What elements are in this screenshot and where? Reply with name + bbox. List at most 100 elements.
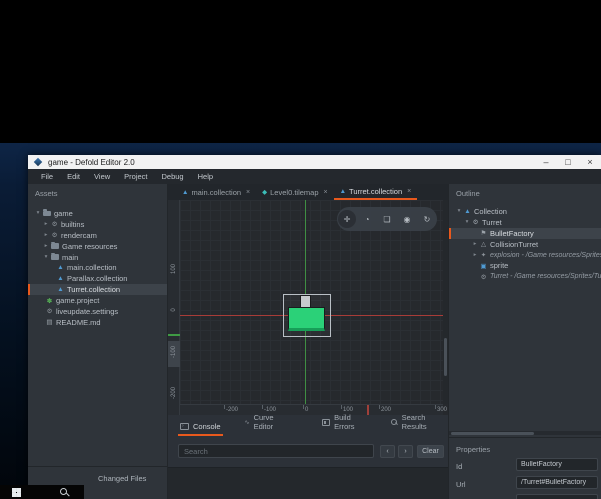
asset-rendercam[interactable]: ▸ ⚙ rendercam — [28, 230, 167, 241]
property-id-label: Id — [456, 462, 463, 471]
close-tab-icon[interactable]: × — [246, 189, 250, 196]
menu-help[interactable]: Help — [191, 169, 220, 184]
outline-collisionturret[interactable]: ▸ △ CollisionTurret — [449, 239, 601, 250]
search-next-button[interactable]: › — [398, 445, 413, 458]
scene-editor: ✛ ◔ ❏ ◉ ↻ 100 0 -100 -200 -200 -100 0 10… — [168, 200, 448, 415]
move-tool-icon[interactable]: ✛ — [338, 210, 356, 228]
tab-search-results[interactable]: Search Results — [389, 413, 448, 436]
scrollbar-thumb[interactable] — [451, 431, 534, 435]
minimize-button[interactable]: – — [535, 155, 557, 169]
build-errors-icon — [321, 418, 331, 426]
property-id-field[interactable] — [516, 458, 598, 471]
property-url-field[interactable] — [516, 476, 598, 489]
asset-game-resources[interactable]: ▸ Game resources — [28, 241, 167, 252]
folder-icon — [43, 209, 51, 217]
taskbar-search-icon[interactable] — [59, 487, 69, 497]
outline-horizontal-scrollbar[interactable] — [449, 431, 601, 435]
scale-tool-icon[interactable]: ❏ — [378, 210, 396, 228]
rotate-tool-icon[interactable]: ◔ — [358, 210, 376, 228]
console-search-input[interactable] — [178, 444, 374, 458]
turret-body-sprite[interactable] — [288, 307, 325, 331]
search-prev-button[interactable]: ‹ — [380, 445, 395, 458]
desktop: game - Defold Editor 2.0 – □ × File Edit… — [0, 0, 601, 499]
properties-header: Properties — [456, 445, 491, 454]
menu-file[interactable]: File — [34, 169, 60, 184]
console-icon: › — [180, 423, 189, 430]
gear-icon: ⚙ — [51, 221, 58, 229]
asset-readme[interactable]: ▤ README.md — [28, 317, 167, 328]
expand-arrow-icon[interactable]: ▸ — [42, 243, 50, 249]
collection-icon: ▲ — [57, 275, 64, 283]
gear-icon: ⚙ — [46, 308, 53, 316]
property-partial-field[interactable] — [516, 494, 598, 499]
folder-icon — [51, 241, 59, 249]
menu-view[interactable]: View — [87, 169, 117, 184]
outline-explosion[interactable]: ▸ ✦ explosion - /Game resources/Sprites/… — [449, 250, 601, 261]
asset-main-collection[interactable]: ▲ main.collection — [28, 262, 167, 273]
outline-collection[interactable]: ▾ ▲ Collection — [449, 206, 601, 217]
asset-builtins[interactable]: ▸ ⚙ builtins — [28, 219, 167, 230]
tab-turret-collection[interactable]: ▲ Turret.collection × — [333, 184, 418, 200]
gear-icon: ⚙ — [51, 232, 58, 240]
sprite-icon: ▣ — [480, 262, 487, 270]
collection-icon: ▲ — [57, 264, 64, 272]
expand-arrow-icon[interactable]: ▾ — [34, 210, 42, 216]
scene-toolbar: ✛ ◔ ❏ ◉ ↻ — [337, 207, 437, 231]
outline-turret-ref[interactable]: ⚙ Turret - /Game resources/Sprites/Turre… — [449, 271, 601, 282]
clear-button[interactable]: Clear — [417, 445, 444, 458]
menu-debug[interactable]: Debug — [155, 169, 191, 184]
outline-bulletfactory[interactable]: ⚑ BulletFactory — [449, 227, 601, 239]
collection-icon: ▲ — [182, 188, 189, 196]
close-tab-icon[interactable]: × — [407, 188, 411, 195]
tab-level0-tilemap[interactable]: ◆ Level0.tilemap × — [256, 184, 333, 200]
windows-start-icon[interactable] — [12, 488, 21, 497]
outline-turret[interactable]: ▾ ⚙ Turret — [449, 217, 601, 228]
menu-project[interactable]: Project — [117, 169, 154, 184]
asset-game[interactable]: ▾ game — [28, 208, 167, 219]
folder-icon — [51, 252, 59, 260]
expand-arrow-icon[interactable]: ▸ — [471, 241, 479, 247]
expand-arrow-icon[interactable]: ▾ — [42, 254, 50, 260]
search-icon — [390, 418, 398, 426]
menu-edit[interactable]: Edit — [60, 169, 87, 184]
vertical-ruler: 100 0 -100 -200 — [168, 200, 180, 415]
console-output[interactable] — [168, 467, 448, 499]
collection-icon: ▲ — [339, 187, 347, 195]
project-icon: ✽ — [46, 297, 53, 305]
taskbar — [0, 485, 84, 499]
asset-main-folder[interactable]: ▾ main — [28, 252, 167, 263]
expand-arrow-icon[interactable]: ▸ — [471, 252, 479, 258]
close-button[interactable]: × — [579, 155, 601, 169]
divider — [449, 437, 601, 438]
titlebar[interactable]: game - Defold Editor 2.0 – □ × — [28, 155, 601, 169]
factory-icon: ⚑ — [480, 230, 487, 238]
asset-parallax-collection[interactable]: ▲ Parallax.collection — [28, 273, 167, 284]
window-title: game - Defold Editor 2.0 — [48, 157, 135, 167]
tilemap-icon: ◆ — [262, 189, 268, 196]
visibility-filters-icon[interactable]: ◉ — [398, 210, 416, 228]
outline-panel: Outline ▾ ▲ Collection ▾ ⚙ Turret ⚑ Bull — [448, 184, 601, 499]
tab-build-errors[interactable]: Build Errors — [320, 413, 371, 436]
tab-curve-editor[interactable]: ∿ Curve Editor — [243, 413, 292, 436]
outline-header: Outline — [456, 189, 480, 198]
expand-arrow-icon[interactable]: ▸ — [42, 221, 50, 227]
camera-reset-icon[interactable]: ↻ — [418, 210, 436, 228]
collection-icon: ▲ — [464, 207, 471, 215]
ruler-cursor-marker — [168, 334, 180, 336]
assets-panel: Assets ▾ game ▸ ⚙ builtins ▸ ⚙ rendercam… — [28, 184, 168, 499]
maximize-button[interactable]: □ — [557, 155, 579, 169]
asset-turret-collection[interactable]: ▲ Turret.collection — [28, 284, 167, 296]
assets-header: Assets — [35, 189, 58, 198]
scrollbar-thumb[interactable] — [444, 338, 447, 376]
expand-arrow-icon[interactable]: ▸ — [42, 232, 50, 238]
tab-main-collection[interactable]: ▲ main.collection × — [176, 184, 256, 200]
expand-arrow-icon[interactable]: ▾ — [455, 208, 463, 214]
expand-arrow-icon[interactable]: ▾ — [463, 219, 471, 225]
asset-liveupdate-settings[interactable]: ⚙ liveupdate.settings — [28, 306, 167, 317]
collision-icon: △ — [481, 241, 486, 249]
curve-icon: ∿ — [244, 419, 250, 426]
close-tab-icon[interactable]: × — [324, 189, 328, 196]
asset-game-project[interactable]: ✽ game.project — [28, 295, 167, 306]
outline-sprite[interactable]: ▣ sprite — [449, 260, 601, 271]
tab-console[interactable]: › Console — [178, 422, 223, 436]
